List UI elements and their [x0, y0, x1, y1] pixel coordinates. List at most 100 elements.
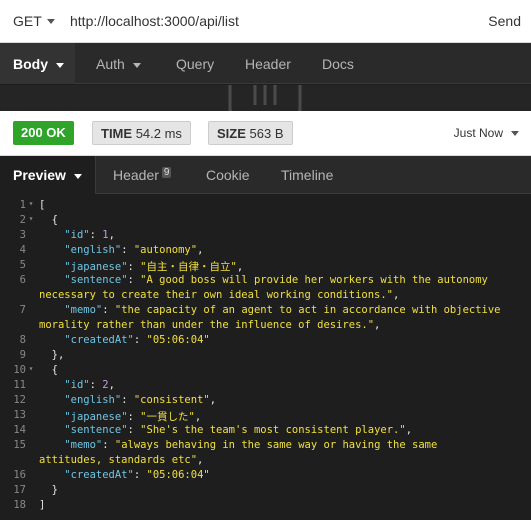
json-key: "id" [64, 229, 90, 241]
code-line: 14 "sentence": "She's the team's most co… [0, 424, 531, 439]
history-dropdown[interactable]: Just Now [454, 126, 519, 140]
request-body-area[interactable] [0, 85, 531, 111]
line-number: 14 [13, 424, 26, 436]
json-string-wrap: attitudes, standards etc", [39, 454, 204, 466]
history-label: Just Now [453, 126, 503, 140]
url-bar: GET http://localhost:3000/api/list Send [0, 0, 531, 43]
line-number: 7 [19, 304, 26, 316]
code-line: 10 ▾ { [0, 364, 531, 379]
time-badge: TIME 54.2 ms [92, 121, 191, 145]
code-line: 2 ▾ { [0, 214, 531, 229]
tab-auth-label: Auth [96, 56, 125, 72]
header-count-badge: 9 [161, 167, 172, 178]
json-string: "05:06:04" [146, 334, 210, 346]
tab-response-header[interactable]: Header 9 [113, 167, 172, 183]
tab-header[interactable]: Header [245, 56, 291, 72]
size-badge: SIZE 563 B [208, 121, 293, 145]
chevron-down-icon [73, 173, 82, 179]
json-key: "memo" [64, 304, 103, 316]
line-number: 16 [13, 469, 26, 481]
line-number: 5 [19, 259, 26, 271]
request-tabs: Body Auth Query Header Docs [0, 43, 531, 84]
tab-body[interactable]: Body [13, 56, 64, 72]
line-number: 11 [13, 379, 26, 391]
size-value: 563 B [249, 126, 284, 141]
code-line: 9 }, [0, 349, 531, 364]
tab-timeline[interactable]: Timeline [281, 167, 333, 183]
time-label: TIME [101, 126, 133, 141]
json-key: "english" [64, 244, 122, 256]
tab-response-header-label: Header [113, 167, 159, 183]
json-number: 2 [102, 379, 109, 391]
json-key: "createdAt" [64, 469, 134, 481]
code-line-wrap: attitudes, standards etc", [0, 454, 531, 469]
line-number: 6 [19, 274, 26, 286]
response-preview: 1 ▾[ 2 ▾ { 3 "id": 1, 4 "english": "autono… [0, 199, 531, 520]
line-number: 8 [19, 334, 26, 346]
json-key: "english" [64, 394, 122, 406]
code-line: 1 ▾[ [0, 199, 531, 214]
line-number: 12 [13, 394, 26, 406]
code-line: 4 "english": "autonomy", [0, 244, 531, 259]
json-key: "sentence" [64, 274, 128, 286]
json-key: "createdAt" [64, 334, 134, 346]
json-string: morality rather than under the influence… [39, 319, 375, 331]
line-number: 3 [19, 229, 26, 241]
code-line-wrap: morality rather than under the influence… [0, 319, 531, 334]
tab-cookie[interactable]: Cookie [206, 167, 250, 183]
fold-arrow-icon[interactable]: ▾ [26, 364, 36, 379]
tab-preview[interactable]: Preview [13, 167, 82, 183]
response-status-bar: 200 OK TIME 54.2 ms SIZE 563 B Just Now [0, 111, 531, 156]
chevron-down-icon [511, 131, 519, 137]
json-string: "autonomy" [133, 244, 198, 256]
json-string: attitudes, standards etc" [39, 454, 198, 466]
fold-arrow-icon[interactable]: ▾ [26, 199, 36, 214]
code-line: 7 "memo": "the capacity of an agent to a… [0, 304, 531, 319]
json-string: "自主・自律・自立" [140, 261, 237, 273]
code-line: 12 "english": "consistent", [0, 394, 531, 409]
line-number: 4 [19, 244, 26, 256]
url-input[interactable]: http://localhost:3000/api/list [70, 13, 239, 29]
send-button[interactable]: Send [488, 13, 521, 29]
line-number: 10 [13, 364, 26, 376]
line-number: 18 [13, 499, 26, 511]
json-key: "sentence" [64, 424, 128, 436]
code-line: 18] [0, 499, 531, 514]
json-string-wrap: necessary to create their own ideal work… [39, 289, 400, 301]
code-line: 13 "japanese": "一貫した", [0, 409, 531, 424]
tab-body-label: Body [13, 56, 48, 72]
json-string: "always behaving in the same way or havi… [114, 439, 438, 451]
response-tabs: Preview Header 9 Cookie Timeline [0, 156, 531, 194]
chevron-down-icon [56, 62, 64, 68]
code-line: 15 "memo": "always behaving in the same … [0, 439, 531, 454]
chevron-down-icon[interactable] [47, 19, 55, 24]
code-line: 5 "japanese": "自主・自律・自立", [0, 259, 531, 274]
status-badge: 200 OK [13, 121, 74, 145]
fold-arrow-icon[interactable]: ▾ [26, 214, 36, 229]
json-string: "consistent" [133, 394, 210, 406]
json-string-wrap: morality rather than under the influence… [39, 319, 381, 331]
code-line: 6 "sentence": "A good boss will provide … [0, 274, 531, 289]
http-method-select[interactable]: GET [13, 13, 42, 29]
code-line: 11 "id": 2, [0, 379, 531, 394]
code-line-wrap: necessary to create their own ideal work… [0, 289, 531, 304]
tab-auth[interactable]: Auth [96, 56, 141, 72]
insomnia-watermark-icon [228, 85, 302, 111]
line-number: 17 [13, 484, 26, 496]
code-line: 16 "createdAt": "05:06:04" [0, 469, 531, 484]
size-label: SIZE [217, 126, 246, 141]
chevron-down-icon [132, 62, 141, 68]
json-string: "She's the team's most consistent player… [140, 424, 406, 436]
line-number: 2 [19, 214, 26, 226]
line-number: 15 [13, 439, 26, 451]
line-number: 9 [19, 349, 26, 361]
json-number: 1 [102, 229, 109, 241]
json-string: "the capacity of an agent to act in acco… [114, 304, 501, 316]
tab-docs[interactable]: Docs [322, 56, 354, 72]
code-line: 17 } [0, 484, 531, 499]
line-number: 1 [19, 199, 26, 211]
json-string: "一貫した" [140, 411, 195, 423]
tab-query[interactable]: Query [176, 56, 214, 72]
json-key: "id" [64, 379, 90, 391]
json-key: "japanese" [64, 411, 128, 423]
